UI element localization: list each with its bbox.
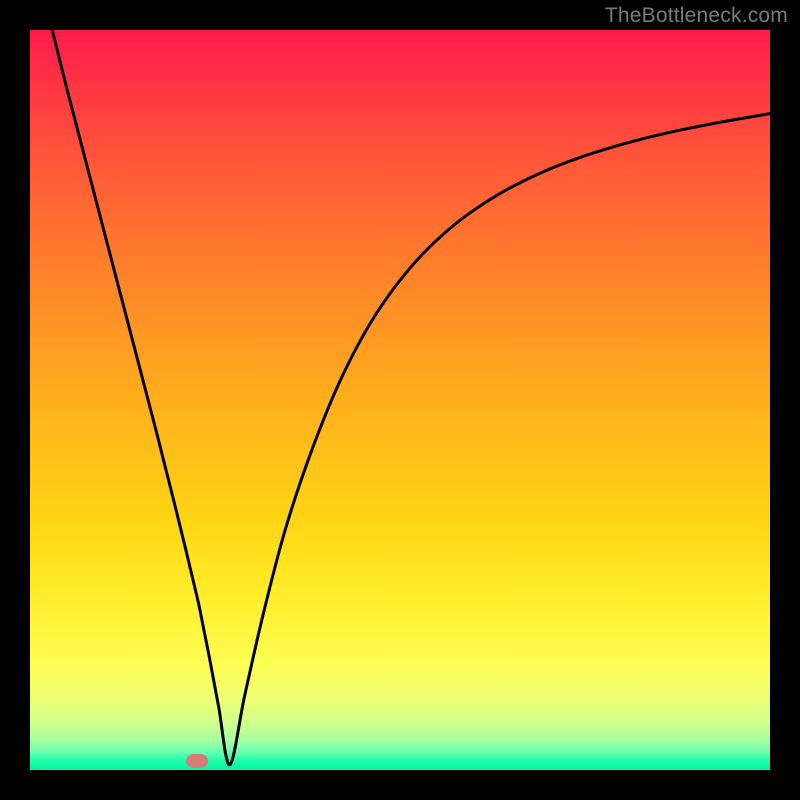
optimal-marker [186, 754, 208, 768]
chart-container: TheBottleneck.com [0, 0, 800, 800]
curve-svg [30, 30, 770, 770]
bottleneck-curve [52, 30, 770, 765]
watermark-text: TheBottleneck.com [605, 4, 788, 28]
plot-area [30, 30, 770, 770]
